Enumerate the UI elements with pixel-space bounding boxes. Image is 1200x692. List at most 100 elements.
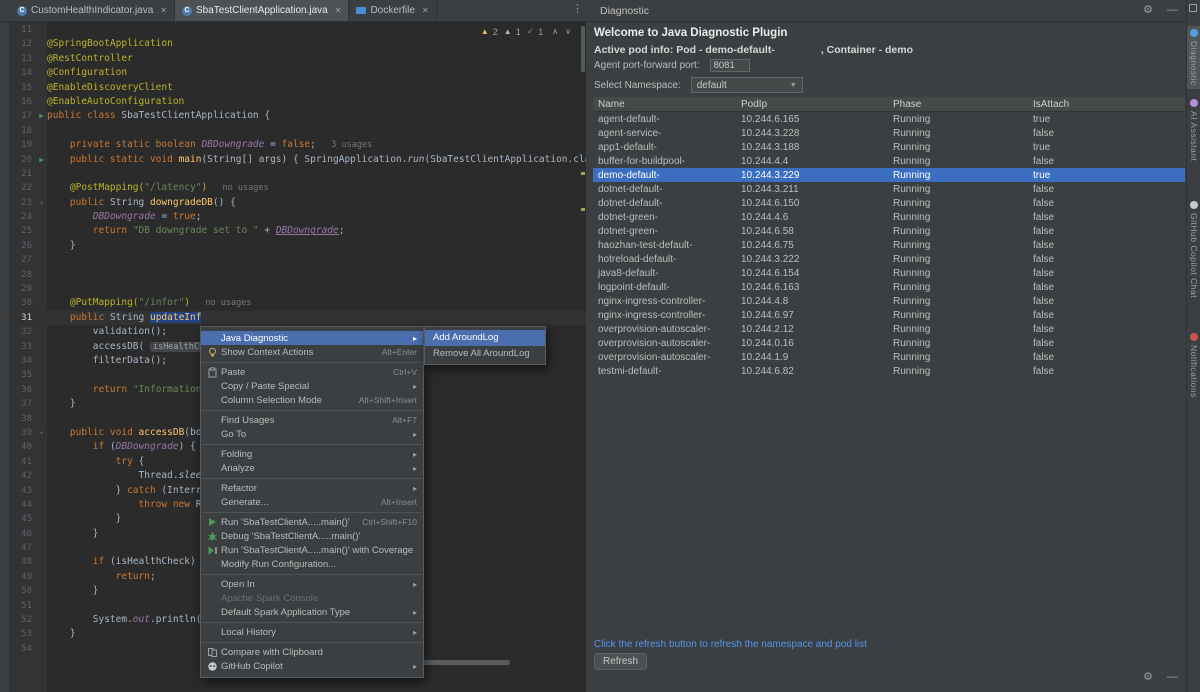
code-line-29[interactable]: 29 — [10, 282, 586, 296]
pod-row[interactable]: app1-default-10.244.3.188Runningtrue — [593, 140, 1185, 154]
menu-item-debug-sbatestclienta-main[interactable]: Debug 'SbaTestClientA.....main()' — [201, 529, 423, 543]
code-line-13[interactable]: 13@RestController — [10, 52, 586, 66]
code-line-14[interactable]: 14@Configuration — [10, 66, 586, 80]
minimize-icon[interactable]: — — [1167, 672, 1178, 683]
menu-item-refactor[interactable]: Refactor▸ — [201, 481, 423, 495]
close-tab-icon[interactable]: ✕ — [335, 6, 342, 15]
tab-options-kebab-icon[interactable]: ⋮ — [572, 4, 583, 15]
pod-row[interactable]: haozhan-test-default-10.244.6.75Runningf… — [593, 238, 1185, 252]
pod-row[interactable]: testmi-default-10.244.6.82Runningfalse — [593, 364, 1185, 378]
menu-item-generate[interactable]: Generate...Alt+Insert — [201, 495, 423, 509]
refresh-button[interactable]: Refresh — [594, 653, 647, 670]
pod-row[interactable]: dotnet-default-10.244.3.211Runningfalse — [593, 182, 1185, 196]
column-header-phase[interactable]: Phase — [888, 99, 1028, 110]
pod-row[interactable]: hotreload-default-10.244.3.222Runningfal… — [593, 252, 1185, 266]
code-line-15[interactable]: 15@EnableDiscoveryClient — [10, 81, 586, 95]
close-tab-icon[interactable]: ✕ — [160, 6, 167, 15]
code-line-26[interactable]: 26 } — [10, 239, 586, 253]
column-header-podip[interactable]: PodIp — [736, 99, 888, 110]
code-line-12[interactable]: 12@SpringBootApplication — [10, 37, 586, 51]
pod-phase: Running — [888, 324, 1028, 335]
menu-item-folding[interactable]: Folding▸ — [201, 447, 423, 461]
passed-check-icon: ✓ — [527, 26, 535, 37]
pod-row[interactable]: dotnet-default-10.244.6.150Runningfalse — [593, 196, 1185, 210]
pod-row[interactable]: logpoint-default-10.244.6.163Runningfals… — [593, 280, 1185, 294]
menu-item-label: Find Usages — [221, 415, 274, 426]
menu-item-go-to[interactable]: Go To▸ — [201, 427, 423, 441]
menu-item-default-spark-application-type[interactable]: Default Spark Application Type▸ — [201, 605, 423, 619]
inspections-widget[interactable]: ▲2 ▲1 ✓1 ∧ ∨ — [478, 26, 574, 37]
fold-gutter-icon[interactable]: ▾ — [36, 196, 47, 210]
code-line-18[interactable]: 18 — [10, 124, 586, 138]
code-line-23[interactable]: 23▾ public String downgradeDB() { — [10, 196, 586, 210]
column-header-isattach[interactable]: IsAttach — [1028, 99, 1185, 110]
menu-item-run-sbatestclienta-main-with-coverage[interactable]: Run 'SbaTestClientA.....main()' with Cov… — [201, 543, 423, 557]
pod-row[interactable]: demo-default-10.244.3.229Runningtrue — [593, 168, 1185, 182]
pod-row[interactable]: overprovision-autoscaler-10.244.1.9Runni… — [593, 350, 1185, 364]
tab-sbatestclientapplication-java[interactable]: CSbaTestClientApplication.java✕ — [175, 0, 349, 21]
prev-issue-icon[interactable]: ∧ — [552, 27, 558, 36]
fold-gutter-icon[interactable]: ▾ — [36, 426, 47, 440]
menu-item-find-usages[interactable]: Find UsagesAlt+F7 — [201, 413, 423, 427]
pod-row[interactable]: nginx-ingress-controller-10.244.6.97Runn… — [593, 308, 1185, 322]
code-line-28[interactable]: 28 — [10, 268, 586, 282]
menu-item-compare-with-clipboard[interactable]: Compare with Clipboard — [201, 645, 423, 659]
menu-item-show-context-actions[interactable]: Show Context ActionsAlt+Enter — [201, 345, 423, 359]
code-line-25[interactable]: 25 return "DB downgrade set to " + DBDow… — [10, 224, 586, 238]
pod-row[interactable]: java8-default-10.244.6.154Runningfalse — [593, 266, 1185, 280]
menu-item-open-in[interactable]: Open In▸ — [201, 577, 423, 591]
pod-row[interactable]: nginx-ingress-controller-10.244.4.8Runni… — [593, 294, 1185, 308]
pod-row[interactable]: agent-service-10.244.3.228Runningfalse — [593, 126, 1185, 140]
tool-stripe-github-copilot-chat[interactable]: GitHub Copilot Chat — [1187, 198, 1200, 301]
stripe-window-icon[interactable] — [1189, 4, 1197, 12]
column-header-name[interactable]: Name — [593, 99, 736, 110]
pod-row[interactable]: agent-default-10.244.6.165Runningtrue — [593, 112, 1185, 126]
code-line-16[interactable]: 16@EnableAutoConfiguration — [10, 95, 586, 109]
menu-item-copy-paste-special[interactable]: Copy / Paste Special▸ — [201, 379, 423, 393]
error-stripe-mark[interactable] — [581, 172, 585, 175]
tab-dockerfile[interactable]: Dockerfile✕ — [349, 0, 436, 21]
code-line-27[interactable]: 27 — [10, 253, 586, 267]
menu-item-local-history[interactable]: Local History▸ — [201, 625, 423, 639]
minimize-icon[interactable]: — — [1167, 5, 1178, 16]
menu-item-java-diagnostic[interactable]: Java Diagnostic▸ — [201, 331, 423, 345]
run-gutter-icon[interactable]: ▶ — [36, 153, 47, 167]
pod-row[interactable]: dotnet-green-10.244.6.58Runningfalse — [593, 224, 1185, 238]
tool-stripe-diagnostic[interactable]: Diagnostic — [1187, 26, 1200, 89]
run-gutter-icon[interactable]: ▶ — [36, 109, 47, 123]
tab-customhealthindicator-java[interactable]: CCustomHealthIndicator.java✕ — [10, 0, 175, 21]
pod-row[interactable]: dotnet-green-10.244.4.6Runningfalse — [593, 210, 1185, 224]
pod-row[interactable]: buffer-for-buildpool-10.244.4.4Runningfa… — [593, 154, 1185, 168]
pod-row[interactable]: overprovision-autoscaler-10.244.0.16Runn… — [593, 336, 1185, 350]
code-line-30[interactable]: 30 @PutMapping("/infor") no usages — [10, 296, 586, 310]
menu-item-github-copilot[interactable]: GitHub Copilot▸ — [201, 659, 423, 673]
tool-stripe-ai-assistant[interactable]: AI Assistant — [1187, 96, 1200, 164]
code-line-21[interactable]: 21 — [10, 167, 586, 181]
menu-item-run-sbatestclienta-main[interactable]: Run 'SbaTestClientA.....main()'Ctrl+Shif… — [201, 515, 423, 529]
menu-item-column-selection-mode[interactable]: Column Selection ModeAlt+Shift+Insert — [201, 393, 423, 407]
fold-gutter-icon — [36, 311, 47, 325]
code-line-19[interactable]: 19 private static boolean DBDowngrade = … — [10, 138, 586, 152]
code-line-22[interactable]: 22 @PostMapping("/latency") no usages — [10, 181, 586, 195]
editor-tab-bar: CCustomHealthIndicator.java✕CSbaTestClie… — [10, 0, 437, 21]
editor-vertical-scrollbar[interactable] — [581, 26, 585, 72]
gear-icon[interactable]: ⚙ — [1143, 672, 1153, 683]
menu-item-paste[interactable]: PasteCtrl+V — [201, 365, 423, 379]
menu-item-analyze[interactable]: Analyze▸ — [201, 461, 423, 475]
tool-stripe-notifications[interactable]: Notifications — [1187, 330, 1200, 401]
code-line-24[interactable]: 24 DBDowngrade = true; — [10, 210, 586, 224]
namespace-select[interactable]: default ▼ — [691, 77, 803, 93]
menu-item-apache-spark-console[interactable]: Apache Spark Console — [201, 591, 423, 605]
code-line-20[interactable]: 20▶ public static void main(String[] arg… — [10, 153, 586, 167]
submenu-item-remove-all-aroundlog[interactable]: Remove All AroundLog — [425, 346, 545, 362]
close-tab-icon[interactable]: ✕ — [422, 6, 429, 15]
submenu-item-add-aroundlog[interactable]: Add AroundLog — [425, 330, 545, 346]
gear-icon[interactable]: ⚙ — [1143, 5, 1153, 16]
next-issue-icon[interactable]: ∨ — [565, 27, 571, 36]
port-input[interactable] — [710, 59, 750, 72]
menu-item-modify-run-configuration[interactable]: Modify Run Configuration... — [201, 557, 423, 571]
pod-row[interactable]: overprovision-autoscaler-10.244.2.12Runn… — [593, 322, 1185, 336]
error-stripe-mark[interactable] — [581, 208, 585, 211]
code-line-31[interactable]: 31 public String updateInf — [10, 311, 586, 325]
code-line-17[interactable]: 17▶public class SbaTestClientApplication… — [10, 109, 586, 123]
